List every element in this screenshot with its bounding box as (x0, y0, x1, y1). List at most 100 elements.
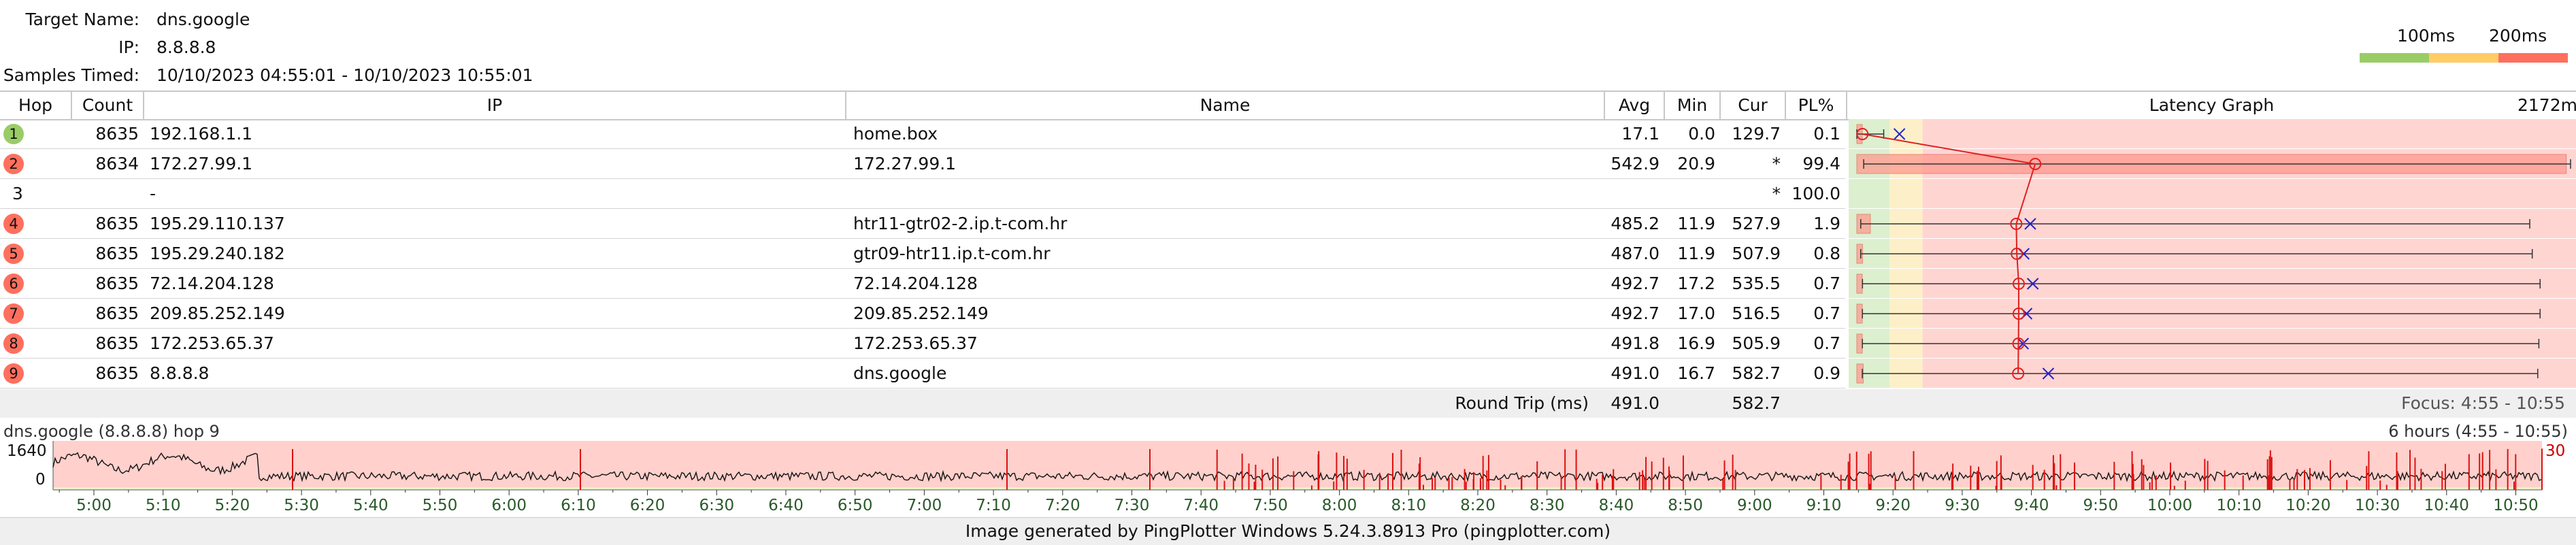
timeline-tick-label: 5:00 (76, 497, 112, 514)
hop-number: 4 (3, 214, 24, 234)
timeline-tick-label: 6:20 (630, 497, 665, 514)
column-name[interactable]: Name (846, 92, 1604, 119)
hop-count (72, 179, 139, 209)
hop-count: 8635 (95, 363, 139, 383)
timeline-tick-label: 7:50 (1253, 497, 1288, 514)
legend-200ms: 200ms (2489, 26, 2547, 46)
hop-avg: 491.8 (1611, 333, 1659, 353)
column-latency-graph[interactable]: Latency Graph (1847, 92, 2576, 119)
packet-loss-bar (1856, 333, 1863, 354)
timeline-tick-label: 7:30 (1114, 497, 1150, 514)
hop-pl: 0.9 (1813, 363, 1840, 383)
column-pl[interactable]: PL% (1786, 92, 1846, 119)
hop-cur: 527.9 (1732, 214, 1781, 233)
hop-avg: 492.7 (1611, 303, 1659, 323)
legend-bad-bar (2498, 53, 2568, 63)
samples-value: 10/10/2023 04:55:01 - 10/10/2023 10:55:0… (156, 65, 533, 85)
hop-cur: 516.5 (1732, 303, 1781, 323)
hop-min: 0.0 (1688, 124, 1715, 144)
column-hop[interactable]: Hop (0, 92, 71, 119)
hop-cur: 535.5 (1732, 274, 1781, 293)
timeline-tick-label: 10:10 (2217, 497, 2262, 514)
samples-label: Samples Timed: (3, 65, 139, 85)
column-avg[interactable]: Avg (1605, 92, 1664, 119)
timeline-tick-label: 8:30 (1530, 497, 1565, 514)
hop-ip: 192.168.1.1 (150, 124, 253, 144)
column-min[interactable]: Min (1665, 92, 1719, 119)
column-count[interactable]: Count (72, 92, 143, 119)
hop-pl: 0.7 (1813, 303, 1840, 323)
hop-number: 3 (12, 184, 23, 203)
hop-count: 8635 (95, 124, 139, 144)
legend-warn-bar (2429, 53, 2498, 63)
hop-name: 172.253.65.37 (853, 333, 978, 353)
column-cur[interactable]: Cur (1721, 92, 1785, 119)
timeline-tick-label: 5:20 (215, 497, 250, 514)
hop-ip: - (150, 184, 156, 203)
hop-number: 2 (3, 154, 24, 174)
hop-count: 8635 (95, 274, 139, 293)
hop-pl: 100.0 (1791, 184, 1840, 203)
hop-cur: 505.9 (1732, 333, 1781, 353)
timeline-tick-label: 5:50 (423, 497, 458, 514)
hop-cur: * (1772, 154, 1781, 174)
timeline-tick-label: 10:30 (2355, 497, 2400, 514)
timeline-tick-label: 5:30 (284, 497, 319, 514)
hop-pl: 99.4 (1802, 154, 1840, 174)
round-trip-label: Round Trip (ms) (1455, 393, 1589, 413)
hop-ip: 172.27.99.1 (150, 154, 253, 174)
hop-name: 72.14.204.128 (853, 274, 978, 293)
hop-avg: 485.2 (1611, 214, 1659, 233)
hop-number: 6 (3, 274, 24, 294)
timeline-tick-label: 10:50 (2493, 497, 2538, 514)
timeline-tick-label: 6:50 (838, 497, 873, 514)
hop-pl: 0.7 (1813, 333, 1840, 353)
column-ip[interactable]: IP (144, 92, 845, 119)
packet-loss-bar (1856, 303, 1863, 324)
focus-range: Focus: 4:55 - 10:55 (2401, 393, 2565, 413)
hop-count: 8635 (95, 244, 139, 263)
trace-table-header: Hop Count IP Name Avg Min Cur PL% Latenc… (0, 90, 2576, 120)
hop-ip: 195.29.240.182 (150, 244, 285, 263)
legend-good-bar (2360, 53, 2429, 63)
hop-count: 8635 (95, 333, 139, 353)
timeline-tick-label: 6:10 (561, 497, 596, 514)
timeline-tick-label: 9:40 (2014, 497, 2049, 514)
hop-cur: 507.9 (1732, 244, 1781, 263)
hop-count: 8635 (95, 303, 139, 323)
hop-cur: 129.7 (1732, 124, 1781, 144)
timeline-tick-label: 8:20 (1460, 497, 1496, 514)
hop-number: 9 (3, 363, 24, 384)
legend-100ms: 100ms (2397, 26, 2456, 46)
hop-number: 8 (3, 333, 24, 354)
timeline-graph[interactable]: 5:00 5:10 5:20 5:30 5:40 5:50 6:00 6:10 6:20 6:30… (0, 420, 2576, 516)
timeline-tick-label: 9:50 (2083, 497, 2118, 514)
hop-name: 209.85.252.149 (853, 303, 989, 323)
hop-number: 5 (3, 244, 24, 264)
hop-avg: 17.1 (1621, 124, 1659, 144)
ip-label: IP: (118, 37, 139, 57)
hop-ip: 172.253.65.37 (150, 333, 274, 353)
hop-pl: 0.8 (1813, 244, 1840, 263)
hop-avg: 491.0 (1611, 363, 1659, 383)
graph-scale-max: 2172ms (2517, 95, 2576, 115)
timeline-tick-label: 7:20 (1045, 497, 1080, 514)
target-name-value: dns.google (156, 10, 250, 29)
latency-graph[interactable] (1849, 119, 2576, 389)
ip-value: 8.8.8.8 (156, 37, 216, 57)
timeline-good-zone (53, 487, 2542, 490)
timeline-tick-label: 8:10 (1391, 497, 1426, 514)
hop-pl: 1.9 (1813, 214, 1840, 233)
hop-ip: 195.29.110.137 (150, 214, 285, 233)
hop-number: 7 (3, 303, 24, 324)
hop-name: gtr09-htr11.ip.t-com.hr (853, 244, 1051, 263)
hop-ip: 8.8.8.8 (150, 363, 210, 383)
timeline-tick-label: 8:50 (1668, 497, 1703, 514)
timeline-tick-label: 10:00 (2147, 497, 2192, 514)
timeline-tick-label: 6:30 (699, 497, 734, 514)
hop-name: 172.27.99.1 (853, 154, 957, 174)
hop-min: 11.9 (1677, 244, 1715, 263)
timeline-latency-zone (53, 441, 2542, 490)
timeline-tick-label: 5:40 (353, 497, 389, 514)
timeline-tick-label: 9:20 (1875, 497, 1911, 514)
